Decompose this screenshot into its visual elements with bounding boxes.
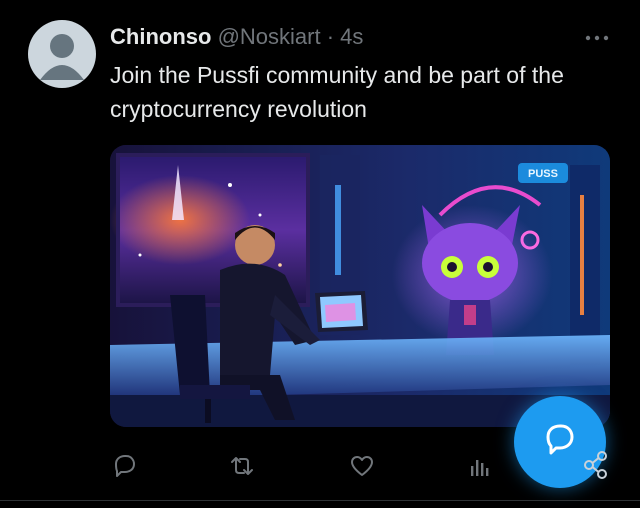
compose-chat-icon xyxy=(546,424,574,455)
tweet-actions-bar xyxy=(110,446,540,486)
retweet-icon[interactable] xyxy=(228,452,256,480)
author-avatar[interactable] xyxy=(28,20,96,88)
author-name[interactable]: Chinonso xyxy=(110,24,211,49)
tweet-text: Join the Pussfi community and be part of… xyxy=(110,62,564,122)
like-icon[interactable] xyxy=(348,452,376,480)
reply-icon[interactable] xyxy=(110,452,138,480)
neon-sign-text: PUSS xyxy=(528,168,558,180)
tweet-header: Chinonso @Noskiart · 4s xyxy=(110,22,363,52)
author-handle[interactable]: @Noskiart xyxy=(218,24,321,49)
tweet-timestamp[interactable]: 4s xyxy=(340,24,363,49)
share-icon[interactable] xyxy=(583,450,609,480)
tweet-media-image[interactable]: PUSS xyxy=(110,145,610,427)
views-icon[interactable] xyxy=(466,452,494,480)
header-separator: · xyxy=(326,24,335,49)
more-options-icon[interactable] xyxy=(584,30,610,41)
feed-divider xyxy=(0,500,640,501)
tablet-device xyxy=(315,291,368,332)
